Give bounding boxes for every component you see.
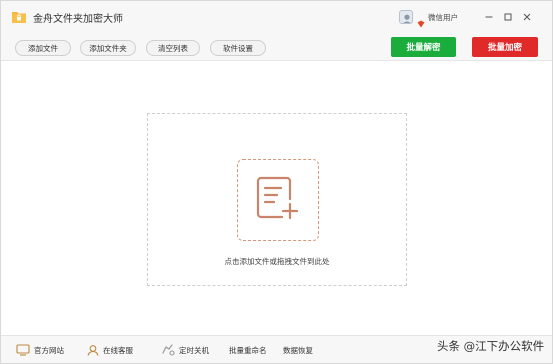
file-add-icon <box>256 175 300 225</box>
close-icon[interactable] <box>520 10 534 24</box>
app-window: 金舟文件夹加密大师 微信用户 添加文件 添加文件夹 清空列表 软件设置 批量解密… <box>0 0 553 364</box>
toolbar: 添加文件 添加文件夹 清空列表 软件设置 批量解密 批量加密 <box>1 33 552 61</box>
drop-zone[interactable]: 点击添加文件或拖拽文件到此处 <box>147 113 407 286</box>
batch-decrypt-button[interactable]: 批量解密 <box>391 37 456 57</box>
monitor-icon <box>16 344 30 356</box>
data-recovery-link[interactable]: 数据恢复 <box>283 342 313 358</box>
add-file-area[interactable] <box>237 159 319 241</box>
timed-shutdown-label: 定时关机 <box>179 345 209 355</box>
shutdown-timer-icon <box>162 344 175 356</box>
timed-shutdown-link[interactable]: 定时关机 <box>161 342 209 358</box>
official-website-link[interactable]: 官方网站 <box>16 342 64 358</box>
add-file-button[interactable]: 添加文件 <box>15 40 71 56</box>
maximize-icon[interactable] <box>501 10 515 24</box>
batch-encrypt-button[interactable]: 批量加密 <box>472 37 538 57</box>
settings-button[interactable]: 软件设置 <box>210 40 266 56</box>
avatar[interactable] <box>399 10 413 24</box>
add-folder-button[interactable]: 添加文件夹 <box>80 40 136 56</box>
title-bar: 金舟文件夹加密大师 微信用户 <box>1 1 552 33</box>
user-name[interactable]: 微信用户 <box>428 12 458 23</box>
folder-lock-icon <box>11 9 27 24</box>
app-title: 金舟文件夹加密大师 <box>33 14 123 25</box>
watermark: 头条 @江下办公软件 <box>437 339 545 353</box>
customer-service-icon <box>87 345 99 356</box>
official-website-label: 官方网站 <box>34 345 64 355</box>
minimize-icon[interactable] <box>482 10 496 24</box>
clear-list-button[interactable]: 清空列表 <box>146 40 200 56</box>
online-service-link[interactable]: 在线客服 <box>87 342 133 358</box>
drop-hint: 点击添加文件或拖拽文件到此处 <box>224 257 330 266</box>
online-service-label: 在线客服 <box>103 345 133 355</box>
vip-badge-icon <box>417 13 425 28</box>
batch-rename-link[interactable]: 批量重命名 <box>229 342 267 358</box>
